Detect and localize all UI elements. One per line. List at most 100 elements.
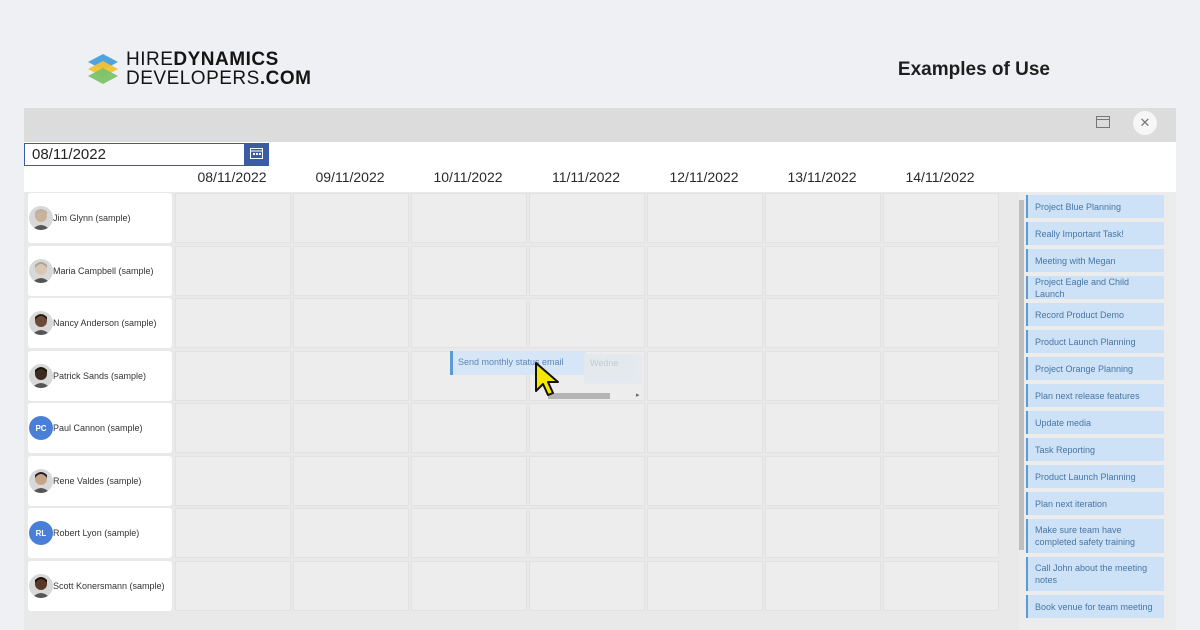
schedule-cell[interactable]: [293, 350, 409, 401]
resource-card[interactable]: PC Paul Cannon (sample): [28, 403, 172, 453]
schedule-cell[interactable]: [293, 245, 409, 296]
unscheduled-task-item[interactable]: Plan next release features: [1026, 384, 1164, 407]
resource-card[interactable]: Jim Glynn (sample): [28, 193, 172, 243]
schedule-cell[interactable]: [411, 245, 527, 296]
schedule-grid: Jim Glynn (sample) Maria Campbell (sample…: [24, 192, 1019, 630]
schedule-cell[interactable]: [765, 455, 881, 506]
schedule-cell[interactable]: [293, 508, 409, 558]
schedule-cell[interactable]: [529, 455, 645, 506]
schedule-cell[interactable]: [529, 193, 645, 243]
schedule-cell[interactable]: [175, 403, 291, 453]
unscheduled-task-item[interactable]: Project Orange Planning: [1026, 357, 1164, 380]
schedule-cell[interactable]: [883, 403, 999, 453]
schedule-row: RL Robert Lyon (sample): [24, 507, 1019, 559]
schedule-cell[interactable]: [175, 245, 291, 296]
schedule-cell[interactable]: [293, 298, 409, 348]
schedule-cell[interactable]: [293, 560, 409, 611]
schedule-cell[interactable]: [411, 455, 527, 506]
unscheduled-task-item[interactable]: Record Product Demo: [1026, 303, 1164, 326]
unscheduled-task-item[interactable]: Make sure team have completed safety tra…: [1026, 519, 1164, 553]
brand-line1-bold: DYNAMICS: [173, 49, 279, 70]
avatar: [29, 573, 53, 598]
schedule-cell[interactable]: [883, 298, 999, 348]
schedule-cell[interactable]: [529, 298, 645, 348]
resource-card[interactable]: Nancy Anderson (sample): [28, 298, 172, 348]
schedule-cell[interactable]: [529, 245, 645, 296]
schedule-cell[interactable]: [765, 350, 881, 401]
schedule-cell[interactable]: [529, 560, 645, 611]
unscheduled-task-item[interactable]: Project Blue Planning: [1026, 195, 1164, 218]
schedule-cell[interactable]: [765, 560, 881, 611]
schedule-cell[interactable]: [175, 455, 291, 506]
schedule-cell[interactable]: [883, 245, 999, 296]
unscheduled-task-item[interactable]: Book venue for team meeting: [1026, 595, 1164, 618]
date-column-header: 09/11/2022: [315, 169, 385, 185]
unscheduled-task-item[interactable]: Plan next iteration: [1026, 492, 1164, 515]
schedule-cell[interactable]: [529, 403, 645, 453]
schedule-row: Nancy Anderson (sample): [24, 297, 1019, 349]
date-header-bar: 08/11/2022 09/11/2022 10/11/2022 11/11/2…: [24, 142, 1176, 192]
dragging-task-card[interactable]: Send monthly status email: [450, 351, 586, 375]
schedule-cell[interactable]: [293, 403, 409, 453]
unscheduled-task-item[interactable]: Update media: [1026, 411, 1164, 434]
date-picker-input[interactable]: [24, 143, 244, 166]
unscheduled-task-item[interactable]: Really Important Task!: [1026, 222, 1164, 245]
resource-card[interactable]: Rene Valdes (sample): [28, 455, 172, 506]
schedule-cell[interactable]: [883, 193, 999, 243]
resource-name: Maria Campbell (sample): [53, 265, 154, 276]
resource-card[interactable]: Maria Campbell (sample): [28, 245, 172, 296]
schedule-row: Scott Konersmann (sample): [24, 560, 1019, 612]
resource-name: Nancy Anderson (sample): [53, 318, 157, 328]
avatar: PC: [29, 416, 53, 440]
schedule-cell[interactable]: [411, 403, 527, 453]
unscheduled-task-item[interactable]: Project Eagle and Child Launch: [1026, 276, 1164, 299]
schedule-cell[interactable]: [765, 193, 881, 243]
unscheduled-task-item[interactable]: Meeting with Megan: [1026, 249, 1164, 272]
schedule-cell[interactable]: [175, 193, 291, 243]
resource-card[interactable]: Patrick Sands (sample): [28, 350, 172, 401]
unscheduled-task-item[interactable]: Call John about the meeting notes: [1026, 557, 1164, 591]
schedule-cell[interactable]: [883, 350, 999, 401]
schedule-cell[interactable]: [293, 193, 409, 243]
schedule-cell[interactable]: [647, 245, 763, 296]
schedule-cell[interactable]: [293, 455, 409, 506]
resource-card[interactable]: Scott Konersmann (sample): [28, 560, 172, 611]
schedule-cell[interactable]: [175, 560, 291, 611]
schedule-cell[interactable]: [411, 560, 527, 611]
schedule-cell[interactable]: [175, 508, 291, 558]
schedule-cell[interactable]: [411, 508, 527, 558]
mouse-pointer-icon: [534, 361, 560, 402]
schedule-cell[interactable]: [647, 508, 763, 558]
calendar-icon: [250, 146, 263, 164]
date-picker-button[interactable]: [244, 143, 269, 166]
schedule-cell[interactable]: [647, 403, 763, 453]
schedule-cell[interactable]: [647, 298, 763, 348]
toolbar-close-button[interactable]: ✕: [1133, 111, 1157, 135]
scroll-right-arrow-icon[interactable]: ▸: [636, 391, 640, 399]
schedule-cell[interactable]: [175, 298, 291, 348]
resource-card[interactable]: RL Robert Lyon (sample): [28, 508, 172, 558]
drag-ghost-tooltip: Wedne: [584, 354, 642, 384]
vertical-scrollbar[interactable]: [1019, 200, 1024, 550]
schedule-cell[interactable]: [765, 508, 881, 558]
date-column-header: 12/11/2022: [669, 169, 739, 185]
schedule-cell[interactable]: [411, 193, 527, 243]
schedule-cell[interactable]: [765, 403, 881, 453]
schedule-cell[interactable]: [765, 245, 881, 296]
schedule-cell[interactable]: [883, 560, 999, 611]
unscheduled-task-item[interactable]: Product Launch Planning: [1026, 465, 1164, 488]
unscheduled-task-item[interactable]: Task Reporting: [1026, 438, 1164, 461]
schedule-cell[interactable]: [529, 508, 645, 558]
schedule-cell[interactable]: [647, 560, 763, 611]
schedule-cell[interactable]: [175, 350, 291, 401]
unscheduled-task-item[interactable]: Product Launch Planning: [1026, 330, 1164, 353]
toolbar-calendar-button[interactable]: [1091, 111, 1115, 135]
schedule-cell[interactable]: [647, 350, 763, 401]
avatar: [29, 468, 53, 493]
schedule-cell[interactable]: [883, 508, 999, 558]
schedule-cell[interactable]: [765, 298, 881, 348]
schedule-cell[interactable]: [647, 193, 763, 243]
schedule-cell[interactable]: [411, 298, 527, 348]
schedule-cell[interactable]: [647, 455, 763, 506]
schedule-cell[interactable]: [883, 455, 999, 506]
